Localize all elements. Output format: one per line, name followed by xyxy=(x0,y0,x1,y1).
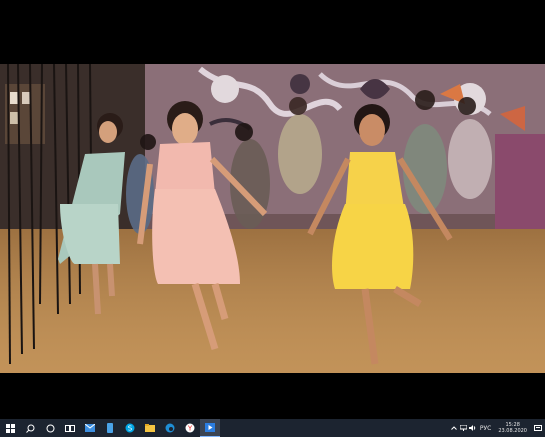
edge-icon[interactable] xyxy=(160,419,180,437)
clock-date: 23.08.2020 xyxy=(498,428,527,434)
network-icon[interactable] xyxy=(459,419,468,437)
notification-icon[interactable] xyxy=(531,419,545,437)
volume-icon[interactable] xyxy=(468,419,477,437)
task-view-icon[interactable] xyxy=(60,419,80,437)
skype-icon[interactable]: S xyxy=(120,419,140,437)
taskbar: S Y РУС 15:28 23.08.2020 xyxy=(0,419,545,437)
windows-start-icon[interactable] xyxy=(0,419,20,437)
cortana-icon[interactable] xyxy=(40,419,60,437)
svg-text:Y: Y xyxy=(187,425,193,433)
mail-icon[interactable] xyxy=(80,419,100,437)
video-area[interactable] xyxy=(0,0,545,419)
search-icon[interactable] xyxy=(20,419,40,437)
language-indicator[interactable]: РУС xyxy=(477,425,494,432)
chevron-up-icon[interactable] xyxy=(450,419,459,437)
system-tray: РУС 15:28 23.08.2020 xyxy=(450,419,545,437)
clock[interactable]: 15:28 23.08.2020 xyxy=(494,422,531,434)
video-frame[interactable] xyxy=(0,64,545,373)
phone-icon[interactable] xyxy=(100,419,120,437)
yandex-icon[interactable]: Y xyxy=(180,419,200,437)
file-explorer-icon[interactable] xyxy=(140,419,160,437)
svg-text:S: S xyxy=(128,425,133,433)
media-player-icon[interactable] xyxy=(200,419,220,437)
video-scene xyxy=(0,64,545,373)
